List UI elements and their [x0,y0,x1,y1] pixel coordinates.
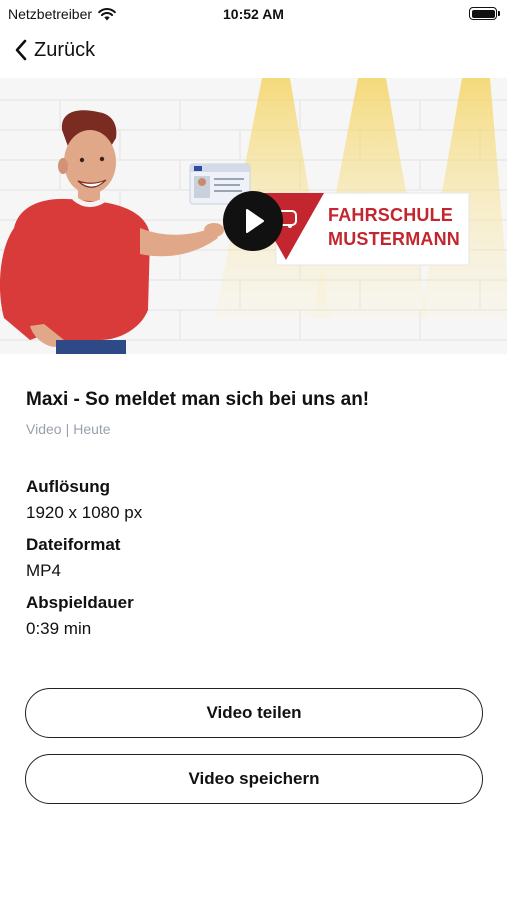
detail-value: 0:39 min [26,619,92,638]
save-video-button[interactable]: Video speichern [25,754,483,804]
video-meta: Video | Heute [26,421,482,437]
detail-value: 1920 x 1080 px [26,503,143,522]
back-label: Zurück [34,38,96,61]
video-title: Maxi - So meldet man sich bei uns an! [26,389,370,410]
detail-format: Dateiformat MP4 [26,534,482,592]
share-video-button[interactable]: Video teilen [25,688,483,738]
chevron-left-icon [15,39,27,61]
detail-label: Dateiformat [26,535,121,554]
battery-icon [469,7,500,20]
nav-bar: Zurück [0,30,507,76]
video-details: Auflösung 1920 x 1080 px Dateiformat MP4… [26,476,482,650]
detail-label: Auflösung [26,477,111,496]
video-type: Video [26,421,62,437]
detail-duration: Abspieldauer 0:39 min [26,592,482,650]
detail-resolution: Auflösung 1920 x 1080 px [26,476,482,534]
video-date: Heute [73,421,111,437]
status-bar: Netzbetreiber 10:52 AM [0,0,507,28]
play-icon [246,209,264,233]
status-time: 10:52 AM [223,6,284,22]
sign-line2: MUSTERMANN [328,229,460,249]
play-button[interactable] [223,191,283,251]
detail-value: MP4 [26,561,61,580]
battery-level [471,9,495,18]
video-thumbnail[interactable]: FAHRSCHULE MUSTERMANN [0,78,507,354]
sign-line1: FAHRSCHULE [328,205,454,225]
video-info: Maxi - So meldet man sich bei uns an! Vi… [26,388,482,437]
back-button[interactable]: Zurück [14,38,95,62]
meta-separator: | [65,421,70,437]
detail-label: Abspieldauer [26,593,134,612]
battery-cap [498,11,500,16]
